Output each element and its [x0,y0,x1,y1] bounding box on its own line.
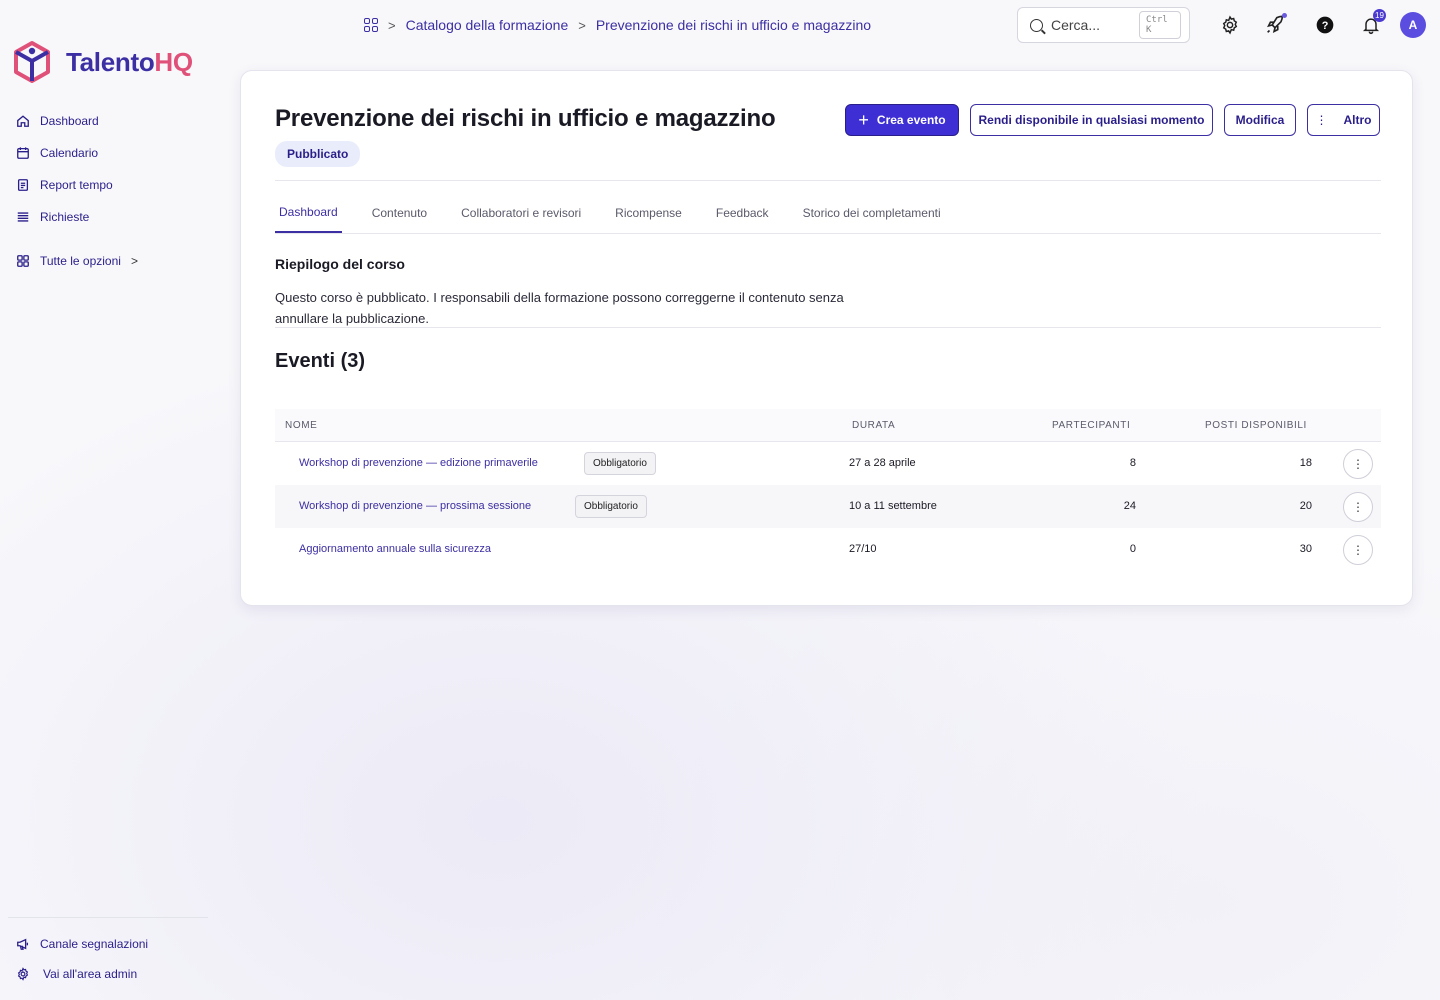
report-icon [17,179,29,191]
event-available-seats: 20 [1299,500,1312,512]
table-row: Workshop di prevenzione — edizione prima… [275,442,1381,485]
table-row: Aggiornamento annuale sulla sicurezza 27… [275,528,1381,571]
event-available-seats: 30 [1299,543,1312,555]
edit-button[interactable]: Modifica [1224,104,1296,136]
bell-icon[interactable]: 19 [1358,9,1386,38]
brand-name: TalentoHQ [66,46,193,77]
status-badge: Pubblicato [275,141,361,167]
mandatory-tag: Obbligatorio [584,452,656,475]
event-participants: 24 [1123,500,1136,512]
row-actions-kebab-icon[interactable]: ⋮ [1343,449,1373,479]
column-header-name[interactable]: NOME [285,420,317,431]
logo-cube-icon [14,41,50,83]
table-row: Workshop di prevenzione — prossima sessi… [275,485,1381,528]
kebab-icon: ⋮ [1315,113,1328,127]
breadcrumb-catalog-link[interactable]: Catalogo della formazione [406,17,569,33]
course-tabs: Dashboard Contenuto Collaboratori e revi… [275,193,1381,234]
search-shortcut: Ctrl K [1139,11,1181,39]
search-input[interactable] [1051,17,1131,33]
plus-icon: + [858,110,869,130]
sidebar-item-label: Canale segnalazioni [40,937,149,951]
divider [275,327,1381,328]
summary-text: Questo corso è pubblicato. I responsabil… [275,290,844,326]
event-duration: 10 a 11 settembre [849,500,937,512]
mandatory-tag: Obbligatorio [575,495,647,518]
tab-completion-history[interactable]: Storico dei completamenti [799,193,945,233]
tab-dashboard[interactable]: Dashboard [275,193,342,233]
sidebar-item-label: Tutte le opzioni [40,254,121,268]
settings-gear-icon[interactable] [1217,12,1243,38]
table-header: NOME DURATA PARTECIPANTI POSTI DISPONIBI… [275,409,1381,442]
chevron-right-icon: > [578,17,586,33]
tab-content[interactable]: Contenuto [368,193,431,233]
more-button[interactable]: ⋮ Altro [1307,104,1380,136]
event-name-link[interactable]: Workshop di prevenzione — prossima sessi… [299,500,531,512]
create-event-button[interactable]: + Crea evento [845,104,959,136]
summary-title: Riepilogo del corso [275,256,405,272]
tab-rewards[interactable]: Ricompense [611,193,686,233]
sidebar-item-calendar[interactable]: Calendario [16,142,138,164]
home-icon [17,115,29,127]
column-header-participants[interactable]: PARTECIPANTI [1052,420,1130,431]
search-box[interactable]: Ctrl K [1017,7,1190,43]
events-table: NOME DURATA PARTECIPANTI POSTI DISPONIBI… [275,409,1381,571]
rocket-icon[interactable] [1262,12,1288,38]
help-icon[interactable]: ? [1312,12,1338,38]
sidebar-bottom-nav: Canale segnalazioni Vai all'area admin [16,933,148,993]
calendar-icon [17,147,29,159]
gear-icon [17,967,29,981]
breadcrumb: > Catalogo della formazione > Prevenzion… [364,14,871,36]
sidebar-item-requests[interactable]: Richieste [16,206,138,228]
sidebar-item-label: Richieste [40,210,90,224]
edit-label: Modifica [1235,113,1285,127]
event-available-seats: 18 [1299,457,1312,469]
sidebar-item-dashboard[interactable]: Dashboard [16,110,138,132]
divider [275,180,1381,181]
events-title: Eventi (3) [275,350,366,372]
make-available-button[interactable]: Rendi disponibile in qualsiasi momento [970,104,1213,136]
chevron-right-icon: > [130,254,138,268]
row-actions-kebab-icon[interactable]: ⋮ [1343,492,1373,522]
page-title: Prevenzione dei rischi in ufficio e maga… [275,105,776,132]
breadcrumb-current[interactable]: Prevenzione dei rischi in ufficio e maga… [596,17,871,33]
event-name-link[interactable]: Aggiornamento annuale sulla sicurezza [299,543,491,555]
tab-feedback[interactable]: Feedback [712,193,773,233]
event-duration: 27/10 [849,543,877,555]
event-name-link[interactable]: Workshop di prevenzione — edizione prima… [299,457,538,469]
avatar[interactable]: A [1400,12,1426,38]
sidebar-item-label: Report tempo [40,178,113,192]
sidebar-divider [8,917,208,918]
column-header-duration[interactable]: DURATA [852,420,895,431]
sidebar-item-reports-channel[interactable]: Canale segnalazioni [16,933,148,955]
sidebar-item-label: Calendario [40,146,99,160]
create-event-label: Crea evento [876,113,946,127]
event-participants: 0 [1129,543,1136,555]
megaphone-icon [17,938,29,950]
brand-logo[interactable]: TalentoHQ [12,40,193,84]
sidebar-item-label: Vai all'area admin [43,967,138,981]
sidebar-item-admin-area[interactable]: Vai all'area admin [16,963,148,985]
list-icon [17,212,29,222]
more-label: Altro [1343,113,1372,127]
notification-count-badge: 19 [1373,9,1386,22]
sidebar-item-all-options[interactable]: Tutte le opzioni > [16,250,138,272]
column-header-available[interactable]: POSTI DISPONIBILI [1205,420,1307,431]
sidebar-nav: Dashboard Calendario Report tempo Richie… [16,110,138,282]
sidebar-item-label: Dashboard [40,114,99,128]
apps-grid-icon[interactable] [364,18,378,32]
apps-grid-icon [17,255,29,267]
chevron-right-icon: > [388,17,396,33]
course-card: Prevenzione dei rischi in ufficio e maga… [240,70,1413,606]
make-available-label: Rendi disponibile in qualsiasi momento [978,113,1205,127]
search-icon [1030,18,1043,32]
row-actions-kebab-icon[interactable]: ⋮ [1343,535,1373,565]
svg-text:?: ? [1322,20,1329,32]
sidebar-item-time-report[interactable]: Report tempo [16,174,138,196]
tab-collaborators[interactable]: Collaboratori e revisori [457,193,585,233]
event-participants: 8 [1129,457,1136,469]
event-duration: 27 a 28 aprile [849,457,916,469]
